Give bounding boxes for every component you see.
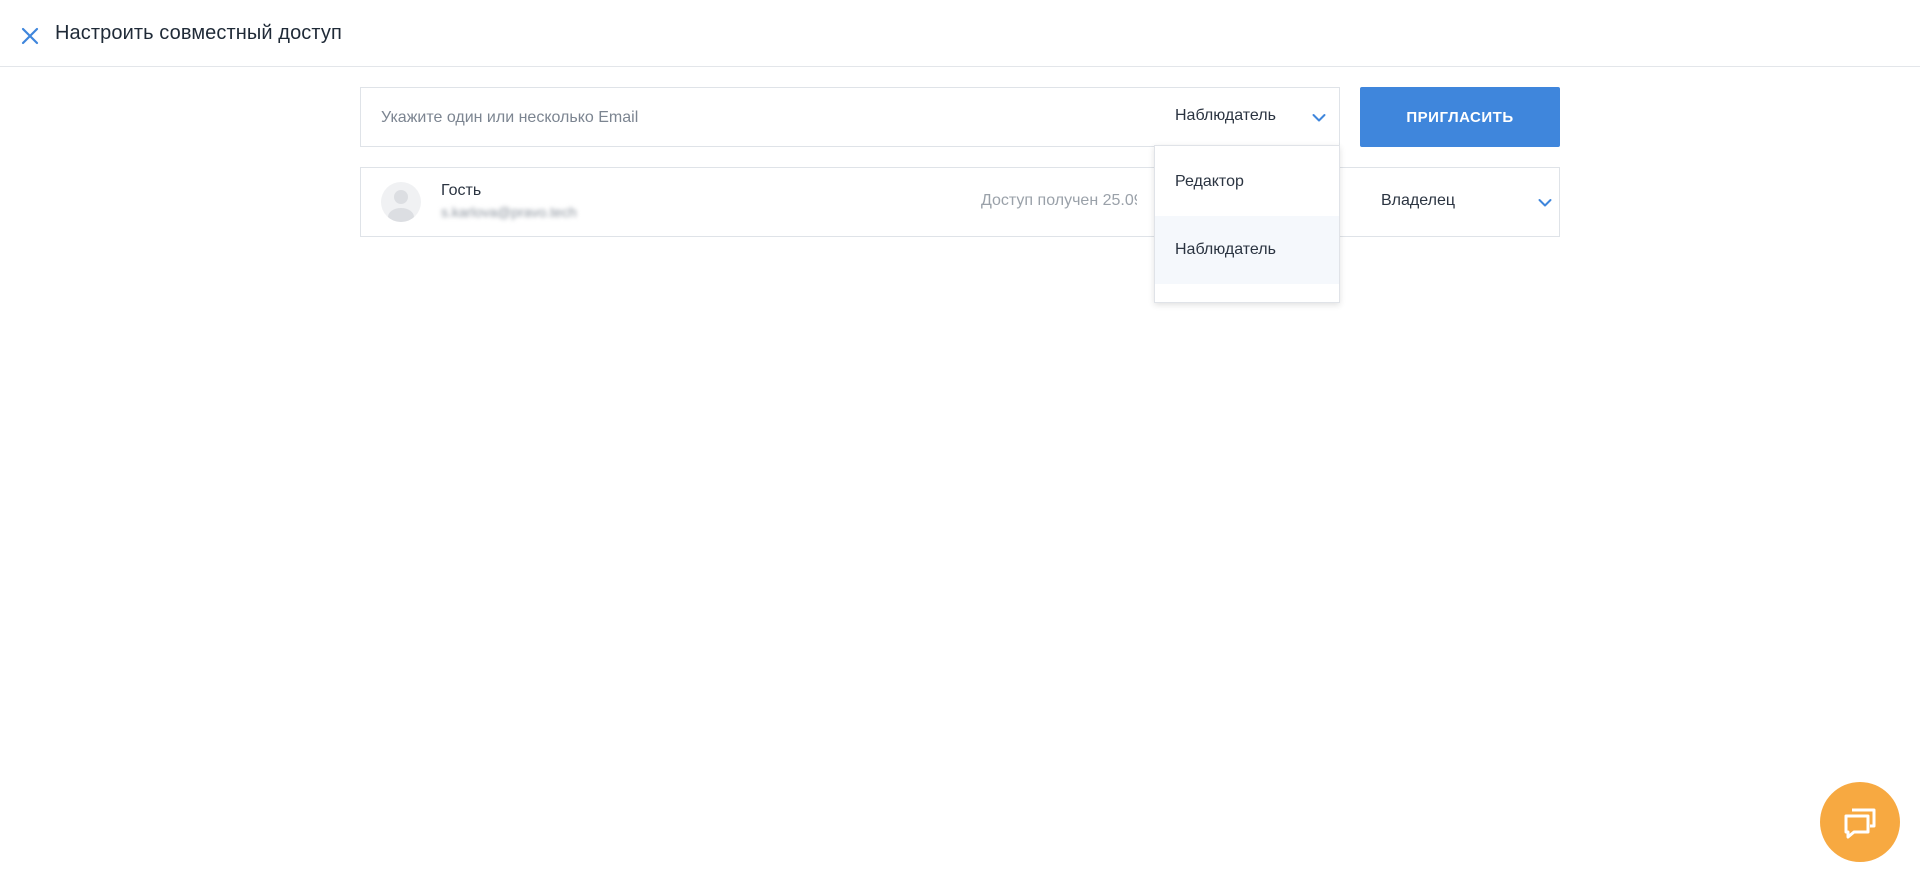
avatar bbox=[381, 182, 421, 222]
invite-role-select[interactable]: Наблюдатель bbox=[1175, 88, 1341, 146]
email-input[interactable] bbox=[381, 106, 1141, 130]
member-name: Гость bbox=[441, 182, 482, 199]
chat-button[interactable] bbox=[1820, 782, 1900, 862]
invite-role-label: Наблюдатель bbox=[1175, 107, 1276, 124]
role-dropdown-menu: Редактор Наблюдатель bbox=[1154, 145, 1340, 303]
member-role-label: Владелец bbox=[1381, 192, 1456, 209]
access-date: Доступ получен 25.09.2 bbox=[981, 192, 1137, 209]
invite-button[interactable]: ПРИГЛАСИТЬ bbox=[1360, 87, 1560, 147]
invite-panel: Наблюдатель bbox=[360, 87, 1340, 147]
member-row: Гость s.karlova@pravo.tech Доступ получе… bbox=[360, 167, 1560, 237]
close-icon bbox=[21, 27, 39, 45]
page-title: Настроить совместный доступ bbox=[55, 22, 342, 44]
chevron-down-icon bbox=[1538, 199, 1552, 207]
user-placeholder-icon bbox=[388, 190, 414, 222]
page-header: Настроить совместный доступ bbox=[0, 0, 1920, 67]
chevron-down-icon bbox=[1312, 114, 1326, 122]
close-button[interactable] bbox=[20, 26, 40, 46]
dropdown-option-editor[interactable]: Редактор bbox=[1155, 148, 1339, 216]
member-role-select[interactable]: Владелец bbox=[1381, 168, 1559, 236]
dropdown-option-viewer[interactable]: Наблюдатель bbox=[1155, 216, 1339, 284]
member-email: s.karlova@pravo.tech bbox=[441, 204, 577, 220]
chat-bubbles-icon bbox=[1844, 808, 1876, 839]
